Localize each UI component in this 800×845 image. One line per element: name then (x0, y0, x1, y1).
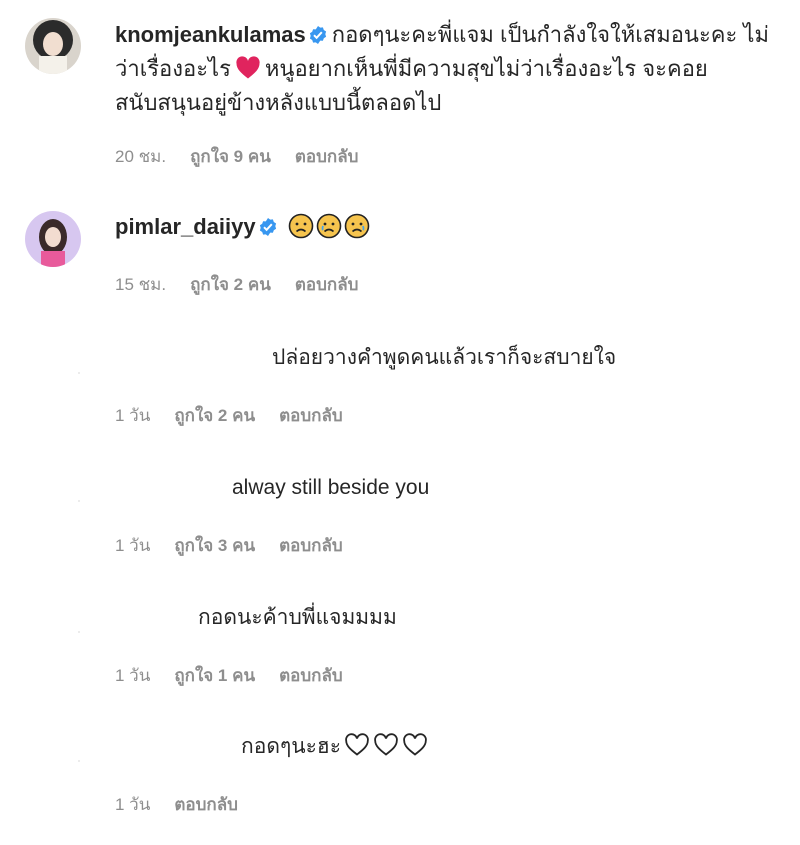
comment-meta: 20 ชม. ถูกใจ 9 คน ตอบกลับ (115, 146, 382, 168)
avatar[interactable] (25, 18, 81, 74)
outline-heart-icon (345, 733, 369, 756)
divider-dot (78, 760, 80, 762)
reply-time: 1 วัน (115, 406, 151, 425)
reply-button[interactable]: ตอบกลับ (279, 666, 343, 685)
sad-face-icon (316, 213, 342, 239)
verified-badge-icon (309, 26, 326, 44)
reply-text: กอดๆนะฮะ (241, 735, 341, 758)
sad-face-icon (288, 213, 314, 239)
reply-meta: 1 วัน ถูกใจ 2 คน ตอบกลับ (115, 405, 367, 427)
reply-likes[interactable]: ถูกใจ 3 คน (174, 536, 255, 555)
reply-likes[interactable]: ถูกใจ 2 คน (174, 406, 255, 425)
outline-heart-icon (374, 733, 398, 756)
reply-text: ปล่อยวางคำพูดคนแล้วเราก็จะสบายใจ (272, 346, 617, 369)
reply-meta: 1 วัน ถูกใจ 3 คน ตอบกลับ (115, 535, 367, 557)
outline-heart-icon (403, 733, 427, 756)
divider-dot (78, 372, 80, 374)
red-heart-icon (236, 56, 260, 79)
reply-button[interactable]: ตอบกลับ (279, 406, 343, 425)
divider-dot (78, 631, 80, 633)
reply-button[interactable]: ตอบกลับ (295, 147, 359, 166)
sad-face-icon (344, 213, 370, 239)
reply-text: alway still beside you (232, 476, 430, 499)
comment-username[interactable]: knomjeankulamas (115, 22, 306, 47)
reply-text-container: กอดๆนะฮะ (241, 732, 428, 762)
avatar[interactable] (25, 211, 81, 267)
comment-time: 15 ชม. (115, 275, 167, 294)
verified-badge-icon (259, 218, 276, 236)
reply-text: กอดนะค้าบพี่แจมมมม (198, 606, 397, 629)
reply-meta: 1 วัน ถูกใจ 1 คน ตอบกลับ (115, 665, 367, 687)
comment-likes[interactable]: ถูกใจ 2 คน (190, 275, 271, 294)
reply-likes[interactable]: ถูกใจ 1 คน (174, 666, 255, 685)
divider-dot (78, 500, 80, 502)
comment-username[interactable]: pimlar_daiiyy (115, 214, 256, 239)
comment-time: 20 ชม. (115, 147, 167, 166)
comment-body: pimlar_daiiyy (115, 210, 780, 244)
comment-body: knomjeankulamas กอดๆนะคะพี่แจม เป็นกำลังใ… (115, 18, 780, 120)
reply-time: 1 วัน (115, 536, 151, 555)
reply-meta: 1 วัน ตอบกลับ (115, 794, 262, 816)
reply-time: 1 วัน (115, 795, 151, 814)
reply-button[interactable]: ตอบกลับ (295, 275, 359, 294)
comment-likes[interactable]: ถูกใจ 9 คน (190, 147, 271, 166)
reply-time: 1 วัน (115, 666, 151, 685)
comment-meta: 15 ชม. ถูกใจ 2 คน ตอบกลับ (115, 274, 382, 296)
reply-button[interactable]: ตอบกลับ (174, 795, 238, 814)
reply-button[interactable]: ตอบกลับ (279, 536, 343, 555)
outline-hearts (341, 733, 428, 758)
